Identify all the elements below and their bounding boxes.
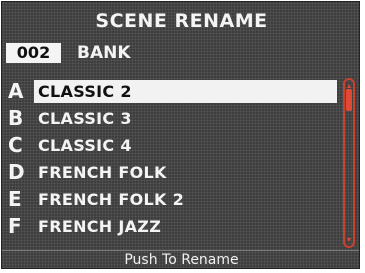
scene-name: FRENCH FOLK 2	[38, 190, 185, 209]
screen-title: SCENE RENAME	[95, 10, 268, 32]
scene-row-c[interactable]: C CLASSIC 4	[2, 132, 337, 159]
scene-row-f[interactable]: F FRENCH JAZZ	[2, 213, 337, 240]
scroll-thumb[interactable]	[346, 89, 352, 111]
scene-row-b[interactable]: B CLASSIC 3	[2, 105, 337, 132]
bank-label: BANK	[77, 43, 131, 63]
scroll-down-arrow-icon	[347, 238, 351, 242]
scene-letter: B	[8, 106, 24, 130]
scene-name: FRENCH JAZZ	[38, 217, 162, 236]
scroll-up-arrow-icon	[347, 84, 351, 88]
scene-name: CLASSIC 4	[38, 136, 132, 155]
list-scrollbar[interactable]	[343, 78, 355, 248]
scene-name: FRENCH FOLK	[38, 163, 167, 182]
scene-row-e[interactable]: E FRENCH FOLK 2	[2, 186, 337, 213]
scene-name: CLASSIC 2	[34, 80, 337, 103]
scene-letter: F	[8, 214, 22, 238]
scene-rename-screen: SCENE RENAME 002 BANK A CLASSIC 2 B CLAS…	[1, 1, 360, 269]
scene-letter: D	[8, 160, 25, 184]
scene-letter: A	[8, 79, 24, 103]
scene-row-a[interactable]: A CLASSIC 2	[2, 78, 337, 105]
scene-list: A CLASSIC 2 B CLASSIC 3 C CLASSIC 4 D FR…	[2, 78, 337, 240]
bank-number[interactable]: 002	[6, 43, 61, 63]
scene-row-d[interactable]: D FRENCH FOLK	[2, 159, 337, 186]
scene-name: CLASSIC 3	[38, 109, 132, 128]
scene-letter: E	[8, 187, 22, 211]
footer-hint: Push To Rename	[124, 252, 239, 268]
scene-letter: C	[8, 133, 23, 157]
